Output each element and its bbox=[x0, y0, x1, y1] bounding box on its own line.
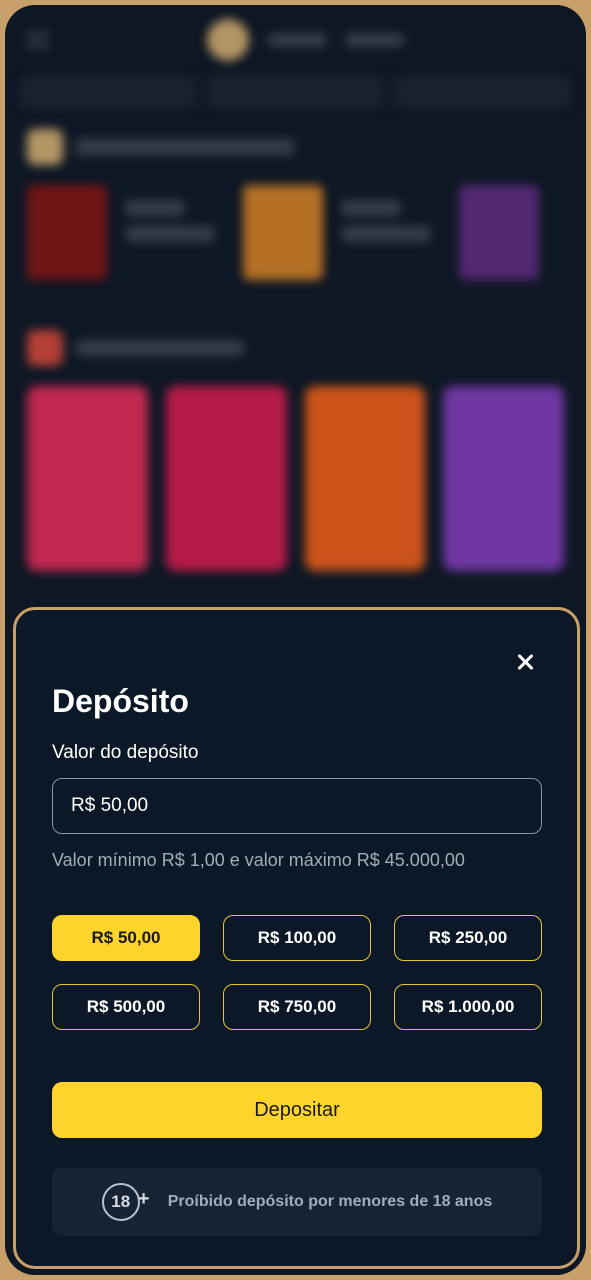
menu-icon bbox=[27, 33, 49, 47]
background-section-title bbox=[5, 109, 586, 175]
deposit-modal: Depósito Valor do depósito Valor mínimo … bbox=[13, 607, 580, 1269]
background-game-thumb bbox=[459, 185, 539, 280]
close-icon[interactable] bbox=[513, 650, 539, 676]
background-winners-row bbox=[5, 175, 586, 290]
age-badge: 18 bbox=[101, 1183, 140, 1221]
logo-icon bbox=[207, 19, 249, 61]
background-game-thumb bbox=[27, 185, 107, 280]
background-winner-info bbox=[125, 185, 225, 280]
amount-button-500[interactable]: R$ 500,00 bbox=[52, 984, 200, 1030]
background-tab bbox=[394, 75, 573, 109]
background-heading bbox=[75, 340, 245, 356]
amount-button-250[interactable]: R$ 250,00 bbox=[394, 915, 542, 961]
background-topbar bbox=[5, 5, 586, 75]
age-plus-sign: + bbox=[137, 1188, 150, 1210]
background-tabs bbox=[5, 75, 586, 109]
background-line bbox=[125, 226, 215, 242]
background-button bbox=[345, 33, 405, 47]
background-balance bbox=[267, 33, 327, 47]
device-frame: Depósito Valor do depósito Valor mínimo … bbox=[0, 0, 591, 1280]
background-heading bbox=[75, 139, 295, 155]
age-18-plus-icon: 18 + bbox=[101, 1182, 154, 1222]
deposit-button[interactable]: Depositar bbox=[52, 1082, 542, 1138]
background-game-thumb bbox=[243, 185, 323, 280]
background-line bbox=[125, 200, 185, 216]
background-game-card bbox=[27, 386, 148, 571]
app-screen: Depósito Valor do depósito Valor mínimo … bbox=[5, 5, 586, 1275]
background-game-card bbox=[443, 386, 564, 571]
deposit-amount-label: Valor do depósito bbox=[52, 742, 199, 763]
background-games-row bbox=[5, 376, 586, 581]
modal-title: Depósito bbox=[52, 683, 189, 719]
background-game-card bbox=[165, 386, 287, 571]
quick-amount-grid: R$ 50,00 R$ 100,00 R$ 250,00 R$ 500,00 R… bbox=[52, 915, 542, 1030]
deposit-range-note: Valor mínimo R$ 1,00 e valor máximo R$ 4… bbox=[52, 850, 465, 870]
background-line bbox=[341, 226, 431, 242]
background-line bbox=[341, 200, 401, 216]
background-tab bbox=[19, 75, 197, 109]
amount-button-100[interactable]: R$ 100,00 bbox=[223, 915, 371, 961]
amount-button-1000[interactable]: R$ 1.000,00 bbox=[394, 984, 542, 1030]
age-notice-text: Proíbido depósito por menores de 18 anos bbox=[167, 1193, 493, 1210]
deposit-amount-input[interactable] bbox=[52, 778, 542, 834]
age-restriction-notice: 18 + Proíbido depósito por menores de 18… bbox=[52, 1168, 542, 1236]
fire-icon bbox=[27, 330, 63, 366]
amount-button-750[interactable]: R$ 750,00 bbox=[223, 984, 371, 1030]
background-game-card bbox=[304, 386, 426, 571]
background-section-title bbox=[5, 290, 586, 376]
amount-button-50[interactable]: R$ 50,00 bbox=[52, 915, 200, 961]
trophy-icon bbox=[27, 129, 63, 165]
background-tab bbox=[206, 75, 385, 109]
background-winner-info bbox=[341, 185, 441, 280]
